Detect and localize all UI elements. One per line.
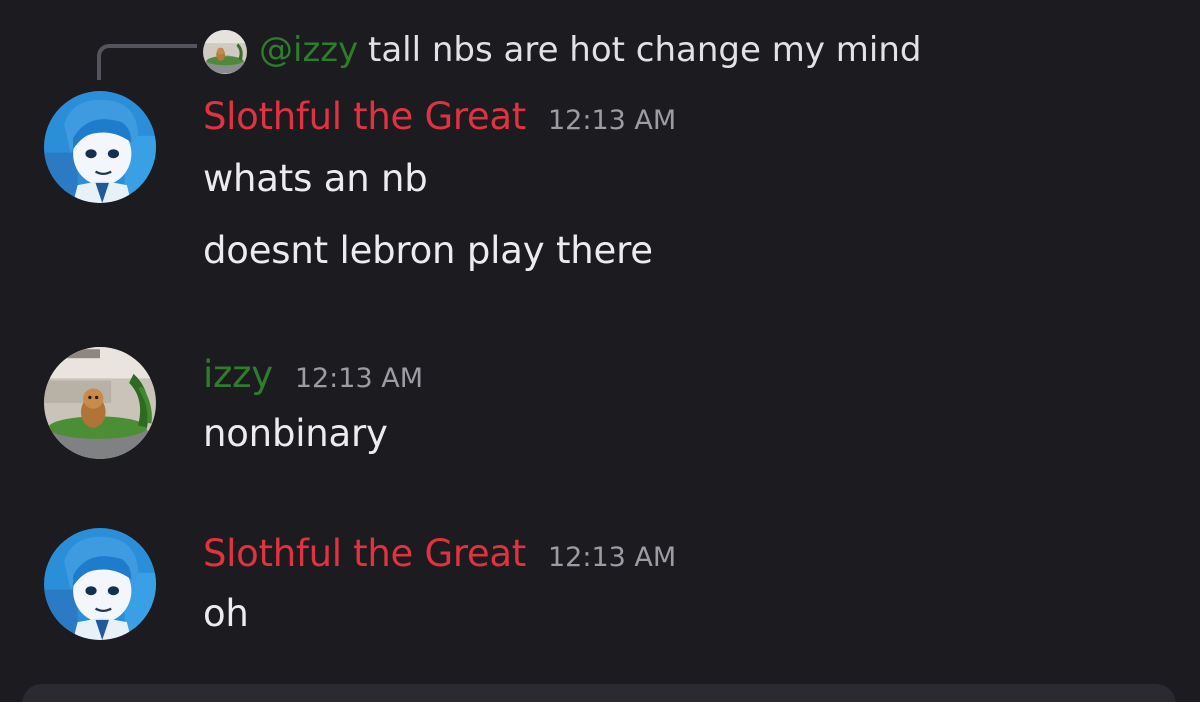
- message-composer[interactable]: [22, 684, 1176, 702]
- reply-mention[interactable]: @izzy: [259, 30, 358, 70]
- message-text: whats an nb: [203, 157, 428, 200]
- message-header: izzy 12:13 AM: [203, 353, 423, 396]
- message-header: Slothful the Great 12:13 AM: [203, 95, 676, 138]
- timestamp: 12:13 AM: [547, 105, 677, 136]
- anime-boy-avatar-icon[interactable]: [44, 91, 156, 203]
- dog-in-tub-icon[interactable]: [203, 30, 247, 74]
- reply-connector-line: [97, 44, 197, 80]
- reply-preview-text[interactable]: tall nbs are hot change my mind: [368, 30, 921, 70]
- message-header: Slothful the Great 12:13 AM: [203, 532, 676, 575]
- timestamp: 12:13 AM: [547, 542, 677, 573]
- timestamp: 12:13 AM: [294, 363, 423, 394]
- chat-log: @izzy tall nbs are hot change my mind Sl…: [0, 0, 1200, 702]
- reply-reference[interactable]: @izzy tall nbs are hot change my mind: [0, 30, 1200, 80]
- message-text: oh: [203, 592, 249, 635]
- anime-boy-avatar-icon[interactable]: [44, 528, 156, 640]
- message-text: doesnt lebron play there: [203, 229, 653, 272]
- username[interactable]: Slothful the Great: [203, 532, 526, 575]
- username[interactable]: Slothful the Great: [203, 95, 526, 138]
- message-text: nonbinary: [203, 412, 388, 455]
- dog-in-tub-icon[interactable]: [44, 347, 156, 459]
- username[interactable]: izzy: [203, 353, 273, 396]
